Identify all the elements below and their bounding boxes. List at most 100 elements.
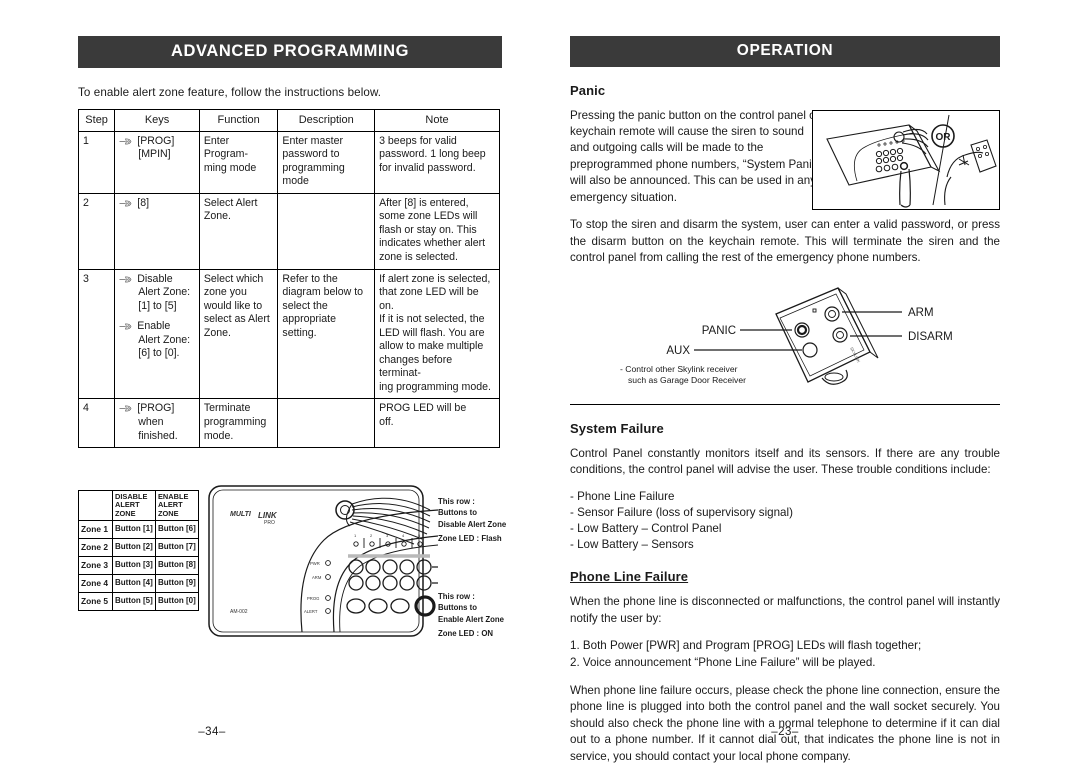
- cell-function: Enter Program- ming mode: [198, 130, 279, 194]
- system-failure-heading: System Failure: [570, 420, 664, 436]
- callout-enable-line2: Buttons to: [438, 603, 477, 613]
- zone-disable-button: Button [5]: [112, 591, 156, 611]
- list-item: - Phone Line Failure: [570, 490, 675, 504]
- phone-line-failure-notification-list: 1. Both Power [PWR] and Program [PROG] L…: [570, 638, 1000, 672]
- zone-label: Zone 3: [78, 555, 113, 575]
- zone-row: Zone 2 Button [2] Button [7]: [78, 537, 199, 557]
- zone-table-header-row: DISABLE ALERT ZONE ENABLE ALERT ZONE: [78, 490, 199, 521]
- table-row: 3 Disable Alert Zone: [1] to [5] Enable …: [77, 268, 500, 400]
- svg-text:3: 3: [386, 533, 389, 538]
- zone-enable-button: Button [9]: [155, 573, 199, 593]
- remote-label-disarm: DISARM: [908, 331, 953, 343]
- alert-zone-diagram: DISABLE ALERT ZONE ENABLE ALERT ZONE Zon…: [78, 482, 506, 682]
- control-panel-illustration: MULTI LINK PRO AM-002 PWR ARM PROG ALERT…: [206, 482, 445, 654]
- zone-enable-button: Button [0]: [155, 591, 199, 611]
- pointing-hand-icon: [119, 404, 135, 413]
- svg-text:1: 1: [354, 533, 357, 538]
- zone-disable-button: Button [3]: [112, 555, 156, 575]
- key-secondary-detail: Alert Zone: [6] to [0].: [138, 333, 191, 360]
- operation-banner: OPERATION: [570, 36, 1000, 67]
- cell-description: Refer to the diagram below to select the…: [277, 268, 376, 400]
- svg-text:ARM: ARM: [312, 575, 322, 580]
- zone-disable-button: Button [4]: [112, 573, 156, 593]
- keychain-remote-figure: PANIC AUX ARM DISARM - Control other Sky…: [570, 278, 1000, 396]
- section-divider: [570, 403, 1000, 405]
- list-item: 1. Both Power [PWR] and Program [PROG] L…: [570, 639, 922, 653]
- list-item: 2. Voice announcement “Phone Line Failur…: [570, 656, 876, 670]
- svg-text:PROG: PROG: [307, 596, 319, 601]
- trouble-conditions-list: - Phone Line Failure - Sensor Failure (l…: [570, 489, 1000, 553]
- key-primary: [8]: [137, 196, 150, 209]
- key-primary: Disable: [137, 272, 173, 285]
- callout-disable-led: Zone LED : Flash: [438, 533, 502, 543]
- zone-enable-button: Button [7]: [155, 537, 199, 557]
- remote-label-aux: AUX: [666, 345, 690, 357]
- zone-disable-button: Button [2]: [112, 537, 156, 557]
- cell-keys: Disable Alert Zone: [1] to [5] Enable Al…: [114, 268, 200, 400]
- zone-label: Zone 2: [78, 537, 113, 557]
- svg-text:4: 4: [402, 533, 405, 538]
- zone-row: Zone 5 Button [5] Button [0]: [78, 591, 199, 611]
- remote-footnote-line2: such as Garage Door Receiver: [628, 375, 746, 385]
- list-item: - Sensor Failure (loss of supervisory si…: [570, 506, 793, 520]
- left-column: ADVANCED PROGRAMMING To enable alert zon…: [77, 36, 506, 682]
- right-column: OPERATION Panic Pressing the panic butto…: [570, 36, 1000, 776]
- cell-keys: [PROG] [MPIN]: [114, 130, 200, 194]
- table-row: 2 [8] Select Alert Zone. After [8] is en…: [77, 192, 500, 270]
- pointing-hand-icon: [119, 322, 135, 331]
- remote-footnote-line1: - Control other Skylink receiver: [620, 364, 738, 374]
- table-row: 1 [PROG] [MPIN] Enter Program- ming mode: [77, 130, 500, 194]
- system-failure-paragraph: Control Panel constantly monitors itself…: [570, 446, 1000, 477]
- remote-label-panic: PANIC: [702, 325, 736, 337]
- manual-page: ADVANCED PROGRAMMING To enable alert zon…: [0, 0, 1080, 763]
- col-header-description: Description: [277, 108, 376, 132]
- cell-note: After [8] is entered, some zone LEDs wil…: [374, 192, 500, 270]
- callout-disable-line2: Buttons to: [438, 508, 477, 518]
- table-row: 4 [PROG] when finished. Terminate progra…: [77, 398, 500, 449]
- zone-header-disable: DISABLE ALERT ZONE: [112, 490, 156, 521]
- zone-row: Zone 3 Button [3] Button [8]: [78, 555, 199, 575]
- callout-enable-line1: This row :: [438, 592, 475, 602]
- panic-figure-or-label: OR: [936, 132, 952, 143]
- callout-disable-line1: This row :: [438, 497, 475, 507]
- cell-function: Select Alert Zone.: [198, 192, 279, 270]
- advanced-programming-banner: ADVANCED PROGRAMMING: [78, 36, 502, 68]
- phone-line-failure-heading: Phone Line Failure: [570, 569, 689, 585]
- key-primary: [PROG]: [137, 402, 175, 415]
- svg-text:PRO: PRO: [264, 520, 275, 526]
- cell-step: 3: [77, 268, 116, 400]
- left-page-number: –34–: [198, 726, 226, 738]
- pointing-hand-icon: [119, 137, 135, 146]
- callout-disable: This row : Buttons to Disable Alert Zone…: [438, 496, 588, 544]
- key-primary-detail: Alert Zone: [1] to [5]: [138, 286, 191, 312]
- list-item: - Low Battery – Sensors: [570, 538, 694, 552]
- right-page-number: –23–: [771, 726, 799, 738]
- key-secondary: [MPIN]: [138, 148, 171, 161]
- panic-figure: OR: [812, 110, 1000, 210]
- cell-note: If alert zone is selected, that zone LED…: [374, 268, 500, 400]
- key-primary-detail: when finished.: [138, 415, 178, 442]
- zone-label: Zone 5: [78, 591, 113, 611]
- pointing-hand-icon: [119, 199, 135, 208]
- callout-disable-line3: Disable Alert Zone: [438, 519, 507, 529]
- cell-description: [277, 398, 376, 449]
- table-header-row: Step Keys Function Description Note: [77, 108, 500, 132]
- zone-row: Zone 1 Button [1] Button [6]: [78, 519, 199, 539]
- svg-text:PWR: PWR: [310, 561, 320, 566]
- zone-label: Zone 1: [78, 519, 113, 539]
- advanced-programming-steps-table: Step Keys Function Description Note 1 [P…: [77, 108, 500, 449]
- diagram-callouts: This row : Buttons to Disable Alert Zone…: [438, 496, 588, 638]
- intro-text: To enable alert zone feature, follow the…: [78, 85, 382, 99]
- zone-disable-button: Button [1]: [112, 519, 156, 539]
- phone-line-failure-paragraph-2: When phone line failure occurs, please c…: [570, 683, 1000, 763]
- callout-enable-line3: Enable Alert Zone: [438, 614, 504, 624]
- panic-paragraph-1: Pressing the panic button on the control…: [570, 108, 822, 204]
- callout-enable-led: Zone LED : ON: [438, 628, 494, 638]
- zone-enable-button: Button [6]: [155, 519, 199, 539]
- cell-keys: [PROG] when finished.: [114, 398, 200, 449]
- cell-step: 2: [77, 192, 116, 270]
- cell-function: Terminate programming mode.: [198, 398, 279, 449]
- panic-paragraph-2: To stop the siren and disarm the system,…: [570, 218, 1000, 265]
- cell-description: [277, 192, 376, 270]
- zone-row: Zone 4 Button [4] Button [9]: [78, 573, 199, 593]
